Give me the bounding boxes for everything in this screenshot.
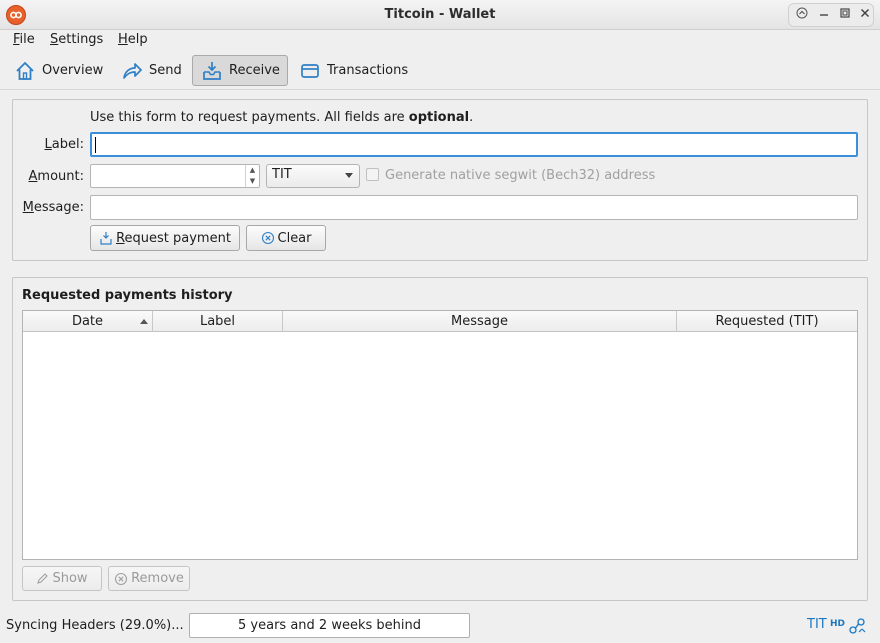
- chevron-down-icon: [345, 173, 353, 178]
- main-toolbar: Overview Send Receive Transactions: [0, 52, 880, 90]
- segwit-checkbox[interactable]: [366, 168, 379, 181]
- window-title: Titcoin - Wallet: [384, 7, 496, 22]
- spin-up-icon[interactable]: ▲: [246, 165, 259, 176]
- transactions-card-icon: [301, 63, 319, 78]
- label-field-label: Label:: [44, 137, 84, 152]
- unit-select[interactable]: TIT: [266, 164, 360, 188]
- column-header-message[interactable]: Message: [283, 311, 677, 332]
- maximize-icon: [840, 8, 850, 18]
- amount-field-label: Amount:: [28, 169, 84, 184]
- send-arrow-icon: [123, 62, 142, 79]
- menu-file[interactable]: File: [13, 32, 35, 47]
- amount-spinbox[interactable]: ▲ ▼: [90, 164, 260, 188]
- message-field-label: Message:: [22, 200, 84, 215]
- tab-transactions-label: Transactions: [327, 63, 409, 78]
- close-button[interactable]: [857, 7, 873, 23]
- tab-transactions[interactable]: Transactions: [290, 55, 414, 86]
- display-unit-label[interactable]: TIT: [807, 617, 827, 632]
- pencil-icon: [37, 573, 49, 584]
- title-bar: Titcoin - Wallet: [0, 0, 880, 30]
- payment-requests-table[interactable]: Date Label Message Requested (TIT): [22, 310, 858, 560]
- tab-receive[interactable]: Receive: [192, 55, 288, 86]
- history-title: Requested payments history: [22, 288, 233, 303]
- minimize-icon: [820, 14, 828, 16]
- minimize-button[interactable]: [816, 7, 832, 23]
- spin-arrows[interactable]: ▲ ▼: [245, 165, 259, 187]
- column-header-date[interactable]: Date: [23, 311, 153, 332]
- tab-send-label: Send: [149, 63, 182, 78]
- sync-status-text: Syncing Headers (29.0%)...: [6, 618, 184, 633]
- tab-overview-label: Overview: [42, 63, 104, 78]
- form-instructions: Use this form to request payments. All f…: [90, 110, 474, 125]
- column-header-requested[interactable]: Requested (TIT): [677, 311, 857, 332]
- network-activity-icon[interactable]: [848, 617, 866, 635]
- up-arrow-icon: [796, 7, 808, 19]
- text-caret: [95, 137, 96, 153]
- menu-bar: File Settings Help: [0, 30, 880, 51]
- remove-button[interactable]: Remove: [108, 566, 190, 591]
- home-icon: [16, 61, 34, 80]
- spin-down-icon[interactable]: ▼: [246, 176, 259, 187]
- unit-select-value: TIT: [272, 167, 292, 182]
- label-input[interactable]: [90, 132, 858, 157]
- hd-wallet-badge: HD: [830, 619, 846, 629]
- menu-settings[interactable]: Settings: [50, 32, 103, 47]
- maximize-button[interactable]: [837, 7, 853, 23]
- keep-above-button[interactable]: [794, 7, 810, 23]
- close-icon: [860, 8, 870, 18]
- tab-send[interactable]: Send: [112, 55, 190, 86]
- message-input[interactable]: [90, 195, 858, 220]
- sync-progress-bar: 5 years and 2 weeks behind: [189, 613, 470, 638]
- segwit-checkbox-label: Generate native segwit (Bech32) address: [385, 168, 656, 183]
- receive-inbox-icon: [100, 232, 112, 245]
- clear-circle-x-icon: [261, 231, 274, 245]
- remove-circle-x-icon: [115, 572, 128, 585]
- column-header-label[interactable]: Label: [153, 311, 283, 332]
- menu-help[interactable]: Help: [118, 32, 148, 47]
- show-button[interactable]: Show: [22, 566, 102, 591]
- request-payment-button[interactable]: Request payment: [90, 225, 240, 251]
- receive-inbox-icon: [203, 61, 221, 80]
- clear-button[interactable]: Clear: [246, 225, 326, 251]
- tab-overview[interactable]: Overview: [5, 55, 105, 86]
- tab-receive-label: Receive: [229, 63, 280, 78]
- sort-ascending-icon: [140, 319, 148, 324]
- table-header: Date Label Message Requested (TIT): [23, 311, 857, 332]
- window-controls: [788, 3, 874, 27]
